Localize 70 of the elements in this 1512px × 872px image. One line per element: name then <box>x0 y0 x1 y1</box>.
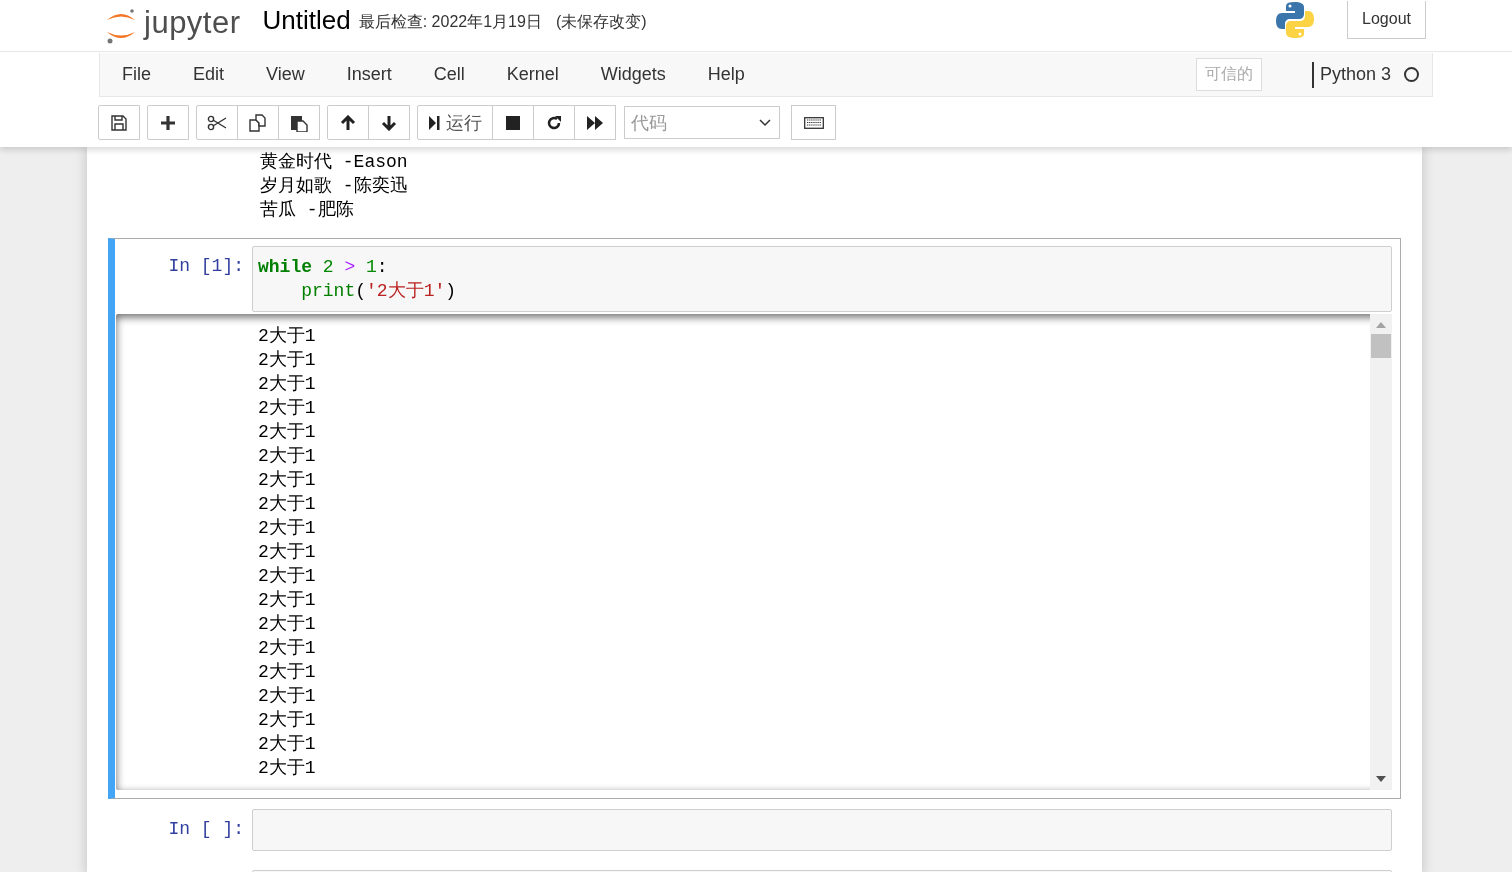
output-line: 黄金时代 -Eason <box>260 151 409 174</box>
menu-item[interactable]: Cell <box>418 64 486 85</box>
arrow-up-icon <box>340 114 356 131</box>
menu-item[interactable]: File <box>107 64 172 85</box>
stop-button[interactable] <box>492 105 534 140</box>
plus-icon <box>160 114 176 131</box>
cut-button[interactable] <box>196 105 238 140</box>
output-line: 2大于1 <box>258 733 317 756</box>
restart-icon <box>546 114 562 131</box>
output-line: 2大于1 <box>258 757 317 780</box>
input-prompt: In [ ]: <box>168 819 244 839</box>
menu-item[interactable]: Insert <box>331 64 413 85</box>
save-button[interactable] <box>98 105 140 140</box>
code-cell[interactable]: In [ ]: <box>108 801 1401 860</box>
output-line: 2大于1 <box>258 589 317 612</box>
code-line: print('2大于1') <box>300 280 457 303</box>
copy-button[interactable] <box>237 105 279 140</box>
fast-forward-button[interactable] <box>574 105 616 140</box>
copy-icon <box>249 113 267 132</box>
output-line: 2大于1 <box>258 445 317 468</box>
output-line: 2大于1 <box>258 397 317 420</box>
keyboard-button[interactable] <box>791 105 836 140</box>
output-line: 2大于1 <box>258 709 317 732</box>
stop-icon <box>505 114 521 131</box>
code-line: while 2 > 1: <box>258 256 388 279</box>
logout-button[interactable]: Logout <box>1347 0 1426 39</box>
output-line: 2大于1 <box>258 661 317 684</box>
output-line: 2大于1 <box>258 493 317 516</box>
output-line: 2大于1 <box>258 325 317 348</box>
output-line: 2大于1 <box>258 349 317 372</box>
output-line: 2大于1 <box>258 373 317 396</box>
scroll-down-icon[interactable] <box>1376 776 1386 782</box>
restart-button[interactable] <box>533 105 575 140</box>
plus-button[interactable] <box>147 105 189 140</box>
notebook-title[interactable]: Untitled <box>262 5 351 36</box>
step-forward-icon <box>428 114 440 131</box>
keyboard-icon <box>803 116 824 129</box>
clipboard-icon <box>290 113 308 132</box>
menu-item[interactable]: Widgets <box>585 64 687 85</box>
output-line: 2大于1 <box>258 565 317 588</box>
menu-item[interactable]: Help <box>692 64 766 85</box>
scissors-icon <box>207 114 227 131</box>
menu-item[interactable]: Edit <box>178 64 246 85</box>
autosave-status: (未保存改变) <box>555 12 647 32</box>
code-editor[interactable]: while 2 > 1: print('2大于1') <box>252 246 1392 312</box>
arrow-down-icon <box>381 114 397 131</box>
chevron-down-icon <box>759 118 771 127</box>
logo-text[interactable]: jupyter <box>144 4 241 41</box>
output-line: 苦瓜 -肥陈 <box>260 199 355 222</box>
menu-item[interactable]: Kernel <box>491 64 580 85</box>
output-line: 2大于1 <box>258 541 317 564</box>
up-button[interactable] <box>327 105 369 140</box>
output-line: 2大于1 <box>258 613 317 636</box>
run-button[interactable]: 运行 <box>417 105 493 140</box>
menu-item[interactable]: View <box>251 64 326 85</box>
output-line: 2大于1 <box>258 685 317 708</box>
output-line: 2大于1 <box>258 637 317 660</box>
input-prompt: In [1]: <box>168 256 244 276</box>
output-line: 2大于1 <box>258 421 317 444</box>
output-line: 2大于1 <box>258 469 317 492</box>
fast-forward-icon <box>586 114 604 131</box>
scrollbar-thumb[interactable] <box>1371 334 1391 358</box>
output-line: 2大于1 <box>258 517 317 540</box>
output-line: 岁月如歌 -陈奕迅 <box>260 175 409 198</box>
code-cell[interactable]: In [1]: while 2 > 1: print('2大于1') 2大于1 2大于1 2大于1 2大于1 2大于1 2大于1 2大于1 2大于1 2大于1 2大于1 2大于1 2大于1 2大于1 2大于1 2大于1 2大于1 2大于1 2大于1 2大于1 <box>108 238 1401 799</box>
kernel-name[interactable]: Python 3 <box>1319 64 1391 85</box>
down-button[interactable] <box>368 105 410 140</box>
scrollbar[interactable] <box>1370 314 1392 790</box>
checkpoint-status: 最后检查: 2022年1月19日 <box>358 12 542 32</box>
paste-button[interactable] <box>278 105 320 140</box>
